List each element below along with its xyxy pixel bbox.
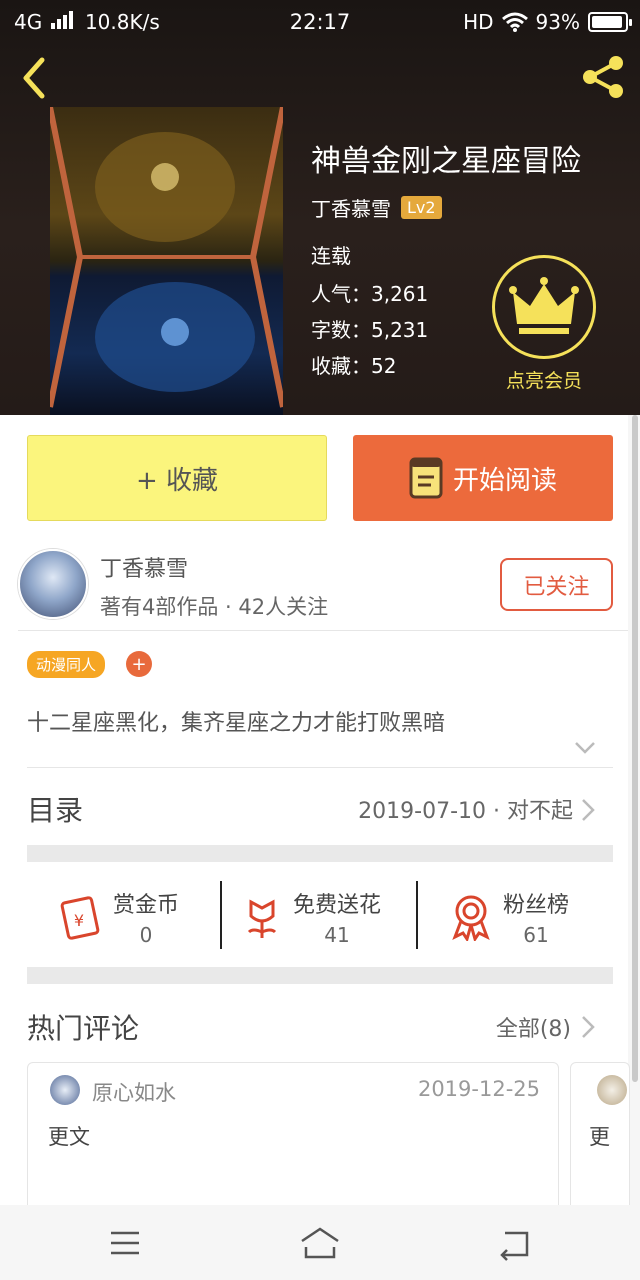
reward-label: 赏金币 [113,893,180,918]
flower-icon [247,899,277,938]
reward-fans[interactable]: 粉丝榜 61 [449,877,569,957]
system-nav-bar [0,1205,640,1280]
tag-item[interactable]: 动漫同人 [27,651,106,678]
book-description: 十二星座黑化，集齐星座之力才能打败黑暗 [27,711,446,736]
comment-card[interactable]: 原心如水 2019-12-25 更文 [27,1062,559,1212]
chevron-down-icon[interactable] [574,741,596,755]
comment-date: 2019-12-25 [417,1077,540,1101]
favorite-button[interactable]: + 收藏 [27,435,327,521]
level-badge: Lv2 [401,196,442,219]
crown-icon [509,277,579,334]
book-status: 连载 [311,244,351,268]
battery-percent: 93% [535,10,580,34]
commenter-name[interactable]: 原心如水 [92,1077,176,1107]
separator [416,881,418,949]
book-popularity: 人气：3,261 [311,282,429,306]
comment-card[interactable]: 更 [570,1062,630,1212]
toc-latest-chapter[interactable]: 2019-07-10 · 对不起 [358,793,573,825]
follow-button[interactable]: 已关注 [500,558,613,611]
vip-button[interactable] [492,255,596,359]
start-reading-label: 开始阅读 [452,465,557,496]
svg-text:¥: ¥ [74,911,84,930]
wifi-icon [501,12,528,32]
author-avatar[interactable] [18,549,88,619]
book-favorites: 收藏：52 [311,354,397,378]
author-name[interactable]: 丁香慕雪 [100,551,188,583]
divider [27,767,613,768]
reward-value: 41 [324,923,350,947]
back-icon[interactable] [493,1225,537,1261]
book-word-count: 字数：5,231 [311,318,429,342]
red-envelope-icon: ¥ [60,896,100,940]
reward-bar: ¥ 赏金币 0 免费送花 41 粉丝榜 61 [27,877,613,957]
battery-icon [588,12,632,32]
comment-text: 更 [589,1125,610,1149]
book-cover[interactable] [50,107,283,415]
reward-coins[interactable]: ¥ 赏金币 0 [55,877,179,957]
reward-value: 0 [139,923,153,947]
reward-label: 粉丝榜 [503,893,570,918]
commenter-avatar[interactable] [50,1075,80,1105]
book-detail-card: + 收藏 开始阅读 丁香慕雪 著有4部作品 · 42人关注 已关注 动漫同人 +… [0,415,630,1212]
hot-comments-label: 热门评论 [27,1012,140,1045]
vip-label[interactable]: 点亮会员 [494,366,594,393]
status-right: HD 93% [463,10,632,34]
comment-text: 更文 [48,1125,90,1149]
reward-label: 免费送花 [293,893,382,918]
section-separator [27,845,613,862]
chevron-left-icon[interactable] [14,52,58,102]
toc-label[interactable]: 目录 [27,789,83,829]
book-author[interactable]: 丁香慕雪 [311,193,391,222]
battery-level [592,16,622,28]
section-separator [27,967,613,984]
start-reading-button[interactable]: 开始阅读 [353,435,613,521]
status-bar: 4G 10.8K/s 22:17 HD 93% [0,0,640,42]
add-tag-button[interactable]: + [126,651,152,677]
book-icon [409,457,443,499]
share-icon[interactable] [578,52,628,102]
cover-art [50,107,283,408]
divider [18,630,628,631]
scrollbar[interactable] [632,415,638,1082]
home-icon[interactable] [298,1225,342,1261]
all-comments-link[interactable]: 全部(8) [496,1011,571,1043]
commenter-avatar[interactable] [597,1075,627,1105]
author-summary: 著有4部作品 · 42人关注 [100,595,329,619]
book-title: 神兽金刚之星座冒险 [311,144,581,179]
chevron-right-icon[interactable] [581,1015,595,1039]
medal-icon [452,895,490,941]
reward-flowers[interactable]: 免费送花 41 [241,877,381,957]
separator [220,881,222,949]
reward-value: 61 [523,923,549,947]
chevron-right-icon[interactable] [581,798,595,822]
book-header: 4G 10.8K/s 22:17 HD 93% 神兽金刚之星座冒险 丁香慕雪 L… [0,0,640,415]
hd-indicator: HD [463,10,494,34]
menu-icon[interactable] [103,1225,147,1261]
book-author-row: 丁香慕雪 Lv2 [311,193,442,222]
